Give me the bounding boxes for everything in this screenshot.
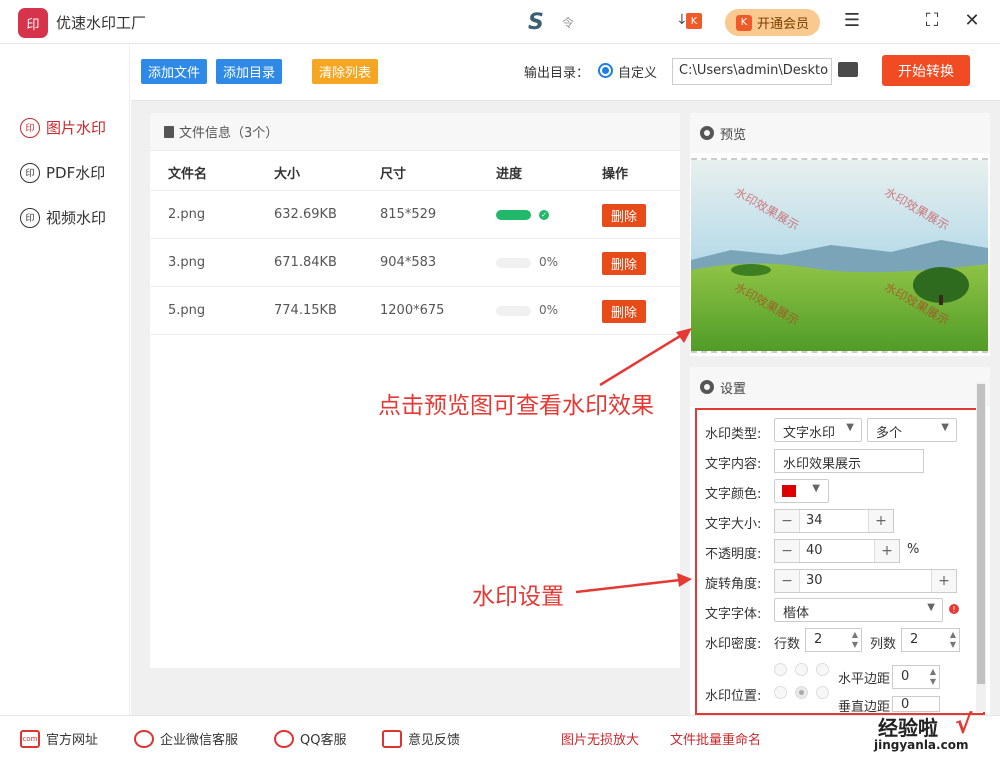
checkmark-icon: √	[955, 710, 973, 740]
feedback-icon	[382, 729, 402, 748]
settings-arrow	[575, 578, 681, 594]
settings-hint-annotation: 水印设置	[472, 584, 564, 610]
wechat-icon	[134, 729, 154, 748]
website-icon: com	[20, 729, 40, 748]
lossless-upscale-link[interactable]: 图片无损放大	[561, 729, 639, 748]
site-watermark-name: 经验啦	[878, 716, 938, 740]
official-website-link[interactable]: com 官方网址	[20, 729, 98, 748]
qq-support-link[interactable]: QQ客服	[274, 729, 346, 748]
settings-arrowhead	[677, 573, 692, 587]
batch-rename-link[interactable]: 文件批量重命名	[670, 729, 761, 748]
official-website-label: 官方网址	[46, 733, 99, 748]
feedback-label: 意见反馈	[408, 733, 461, 748]
qq-icon	[274, 729, 294, 748]
feedback-link[interactable]: 意见反馈	[382, 729, 460, 748]
wechat-support-label: 企业微信客服	[160, 733, 239, 748]
preview-arrowhead	[676, 328, 692, 343]
annotation-arrows	[575, 328, 692, 594]
preview-hint-annotation: 点击预览图可查看水印效果	[378, 393, 654, 419]
site-watermark-url: jingyanla.com	[874, 738, 969, 752]
wechat-support-link[interactable]: 企业微信客服	[134, 729, 238, 748]
preview-arrow	[599, 331, 686, 387]
qq-support-label: QQ客服	[300, 733, 347, 748]
